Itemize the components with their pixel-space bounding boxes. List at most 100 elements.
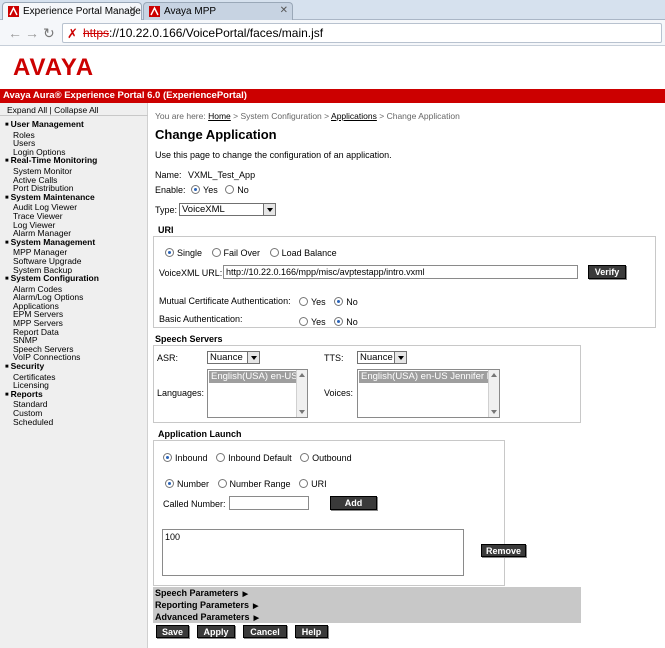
mutual-auth-no-radio[interactable] [334,297,344,306]
speech-parameters-label: Speech Parameters [155,588,239,598]
called-number-list[interactable]: 100 [162,529,464,576]
scroll-down-icon [299,410,305,414]
chevron-down-icon [247,352,259,363]
languages-scrollbar[interactable] [296,370,307,417]
inbound-radio[interactable] [163,453,172,462]
apply-button[interactable]: Apply [197,625,235,638]
voices-selected-option[interactable]: English(USA) en-US Jennifer F [359,371,489,383]
basic-auth-no-radio[interactable] [334,317,344,326]
languages-listbox[interactable]: English(USA) en-US [207,369,308,418]
chevron-down-icon [394,352,406,363]
logo-area: AVAYA [0,46,665,89]
back-arrow-icon[interactable]: ← [8,25,22,41]
voices-listbox[interactable]: English(USA) en-US Jennifer F [357,369,500,418]
expand-collapse-bar: Expand All | Collapse All [0,103,148,116]
languages-selected-option[interactable]: English(USA) en-US [209,371,297,383]
insecure-lock-icon: ✗ [67,26,78,41]
enable-yes-label: Yes [203,185,218,195]
vxml-url-label: VoiceXML URL: [159,268,223,278]
name-row: Name: VXML_Test_App [155,170,255,180]
tts-select[interactable]: Nuance [357,351,407,364]
url-input[interactable]: ✗ https://10.22.0.166/VoicePortal/faces/… [62,23,662,43]
type-label: Type: [155,205,178,215]
uri-single-label: Single [177,248,203,258]
collapse-all-link[interactable]: Collapse All [54,105,98,115]
vxml-url-input[interactable]: http://10.22.0.166/mpp/misc/avptestapp/i… [223,265,578,279]
add-button[interactable]: Add [330,496,377,510]
mutual-auth-label: Mutual Certificate Authentication: [159,296,291,306]
scroll-down-icon [491,410,497,414]
asr-select[interactable]: Nuance [207,351,260,364]
tts-select-value: Nuance [360,352,393,363]
basic-auth-yes-radio[interactable] [299,317,308,326]
called-number-label: Called Number: [163,499,226,509]
scroll-up-icon [299,373,305,377]
url-rest: ://10.22.0.166/VoicePortal/faces/main.js… [109,26,324,40]
expand-arrow-icon: ▶ [242,591,248,598]
inbound-default-label: Inbound Default [228,453,292,463]
speech-parameters-toggle[interactable]: Speech Parameters ▶ [153,587,581,599]
basic-auth-row: Yes No [299,317,358,327]
breadcrumb-home[interactable]: Home [208,111,231,121]
mutual-auth-yes-radio[interactable] [299,297,308,306]
name-label: Name: [155,170,182,180]
outbound-radio[interactable] [300,453,310,462]
asr-label: ASR: [157,353,179,363]
forward-arrow-icon[interactable]: → [25,25,39,41]
tab-close-icon[interactable]: ✕ [129,5,137,16]
tab-title: Experience Portal Manager [23,6,142,17]
avaya-favicon-icon [149,6,160,17]
avaya-logo: AVAYA [13,54,95,81]
sidebar-section-user-management[interactable]: User Management [5,120,145,131]
page-title: Change Application [155,127,277,142]
number-radio[interactable] [165,479,174,488]
type-select[interactable]: VoiceXML [179,203,276,216]
enable-no-label: No [237,185,249,195]
cancel-button[interactable]: Cancel [243,625,287,638]
app-launch-title: Application Launch [158,429,242,439]
uri-section: Single Fail Over Load Balance VoiceXML U… [153,236,656,328]
uri-loadbalance-radio[interactable] [269,248,279,257]
expand-all-link[interactable]: Expand All [7,105,47,115]
called-number-input[interactable] [229,496,309,510]
enable-no-radio[interactable] [225,185,235,194]
breadcrumb-applications[interactable]: Applications [331,111,377,121]
save-button[interactable]: Save [156,625,189,638]
uri-launch-label: URI [311,479,327,489]
basic-auth-no-label: No [346,317,358,327]
tab-close-icon[interactable]: ✕ [280,5,288,16]
name-value: VXML_Test_App [188,170,256,180]
enable-row: Enable: Yes No [155,185,249,195]
browser-tab-mpp[interactable]: Avaya MPP ✕ [143,2,293,20]
uri-radio[interactable] [299,479,309,488]
uri-section-title: URI [158,225,174,235]
basic-auth-label: Basic Authentication: [159,314,243,324]
number-type-row: Number Number Range URI [165,479,327,489]
uri-single-radio[interactable] [165,248,174,257]
enable-yes-radio[interactable] [191,185,201,194]
browser-tab-epm[interactable]: Experience Portal Manager ✕ [2,2,142,20]
expand-arrow-icon: ▶ [253,603,259,610]
sidebar-item-scheduled[interactable]: Scheduled [5,417,145,427]
url-scheme: https [83,26,110,40]
called-number-list-item[interactable]: 100 [165,532,461,542]
mutual-auth-row: Yes No [299,297,358,307]
mutual-auth-yes-label: Yes [311,297,326,307]
inbound-default-radio[interactable] [216,453,226,462]
reporting-parameters-label: Reporting Parameters [155,600,250,610]
breadcrumb-sep: > [233,111,239,121]
uri-failover-radio[interactable] [211,248,221,257]
verify-button[interactable]: Verify [588,265,626,279]
number-range-radio[interactable] [217,479,227,488]
uri-failover-label: Fail Over [223,248,261,258]
number-label: Number [177,479,210,489]
remove-button[interactable]: Remove [481,544,526,557]
reporting-parameters-toggle[interactable]: Reporting Parameters ▶ [153,599,581,611]
voices-scrollbar[interactable] [488,370,499,417]
advanced-parameters-toggle[interactable]: Advanced Parameters ▶ [153,611,581,623]
separator: | [49,105,52,115]
number-range-label: Number Range [229,479,291,489]
breadcrumb-prefix: You are here: [155,111,206,121]
help-button[interactable]: Help [295,625,328,638]
reload-icon[interactable]: ↻ [43,25,55,42]
